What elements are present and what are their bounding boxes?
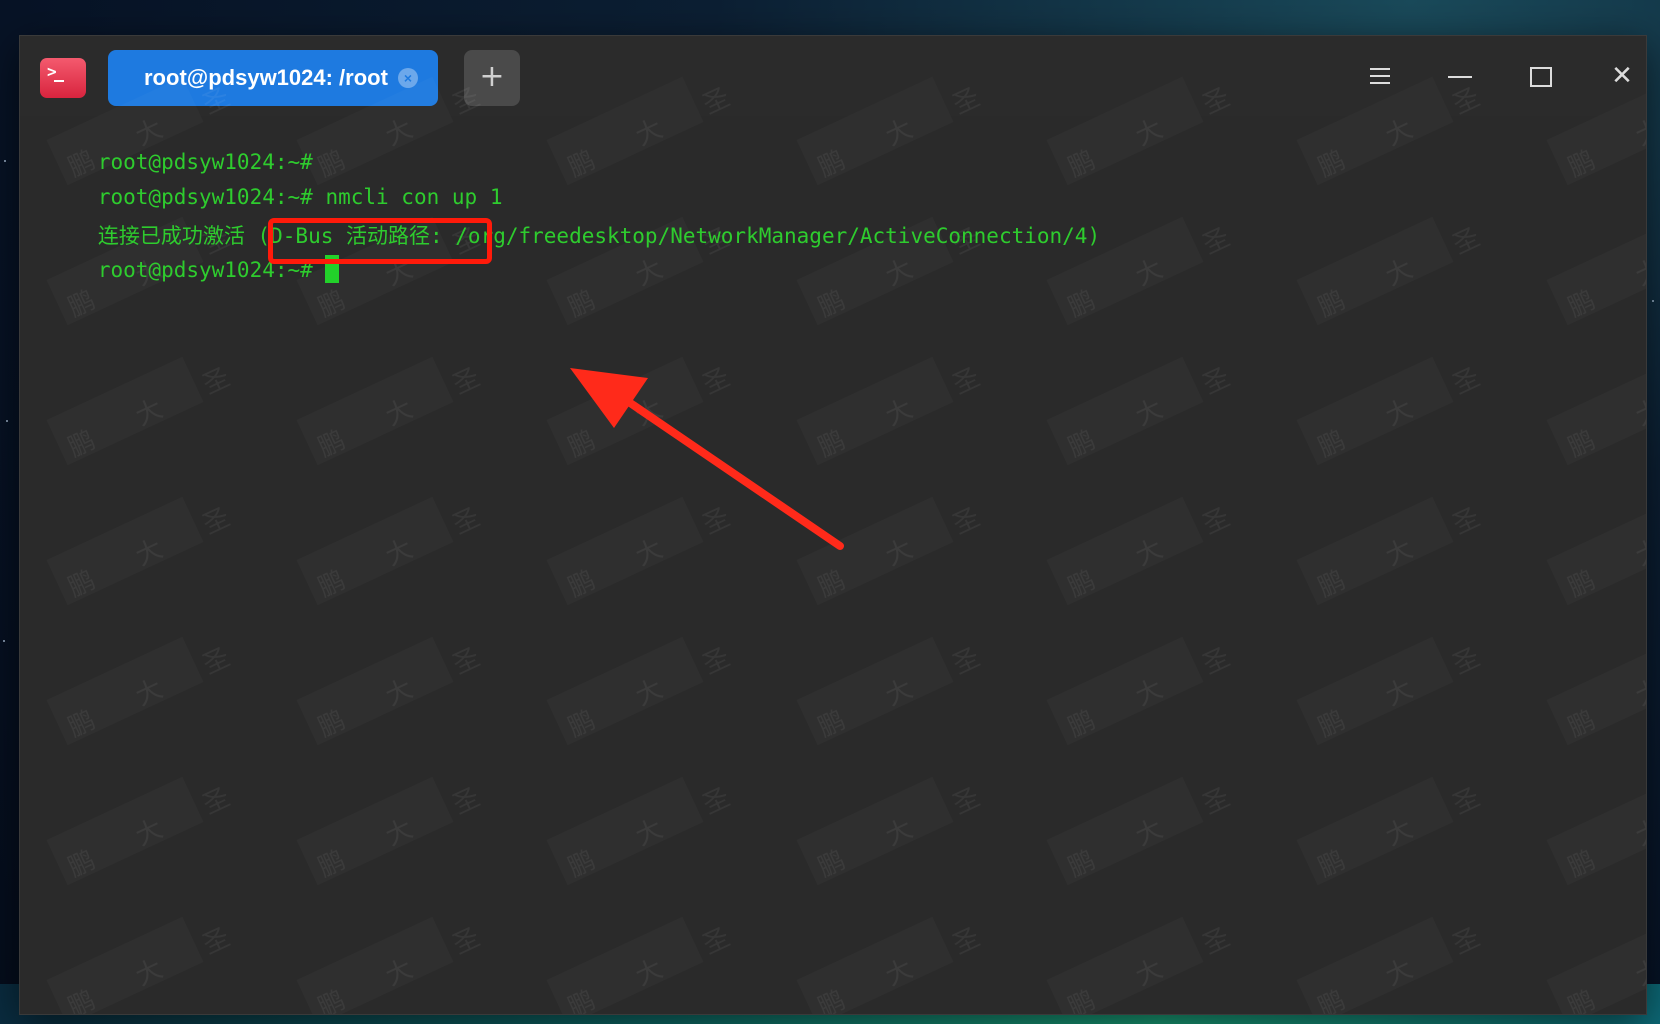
annotation-arrow <box>570 368 844 550</box>
close-icon[interactable]: ✕ <box>1602 58 1642 94</box>
star <box>6 420 8 422</box>
star <box>4 160 6 162</box>
terminal-output[interactable]: 鹏 大 圣鹏 大 圣鹏 大 圣鹏 大 圣鹏 大 圣鹏 大 圣鹏 大 圣鹏 大 圣… <box>20 74 1646 1014</box>
terminal-app-icon: > <box>40 58 86 98</box>
star <box>1652 300 1654 302</box>
menu-icon[interactable] <box>1360 58 1400 94</box>
star <box>3 640 5 642</box>
maximize-icon[interactable] <box>1520 58 1560 94</box>
terminal-window: > root@pdsyw1024: /root × + ✕ 鹏 大 圣鹏 大 圣… <box>20 36 1646 1014</box>
